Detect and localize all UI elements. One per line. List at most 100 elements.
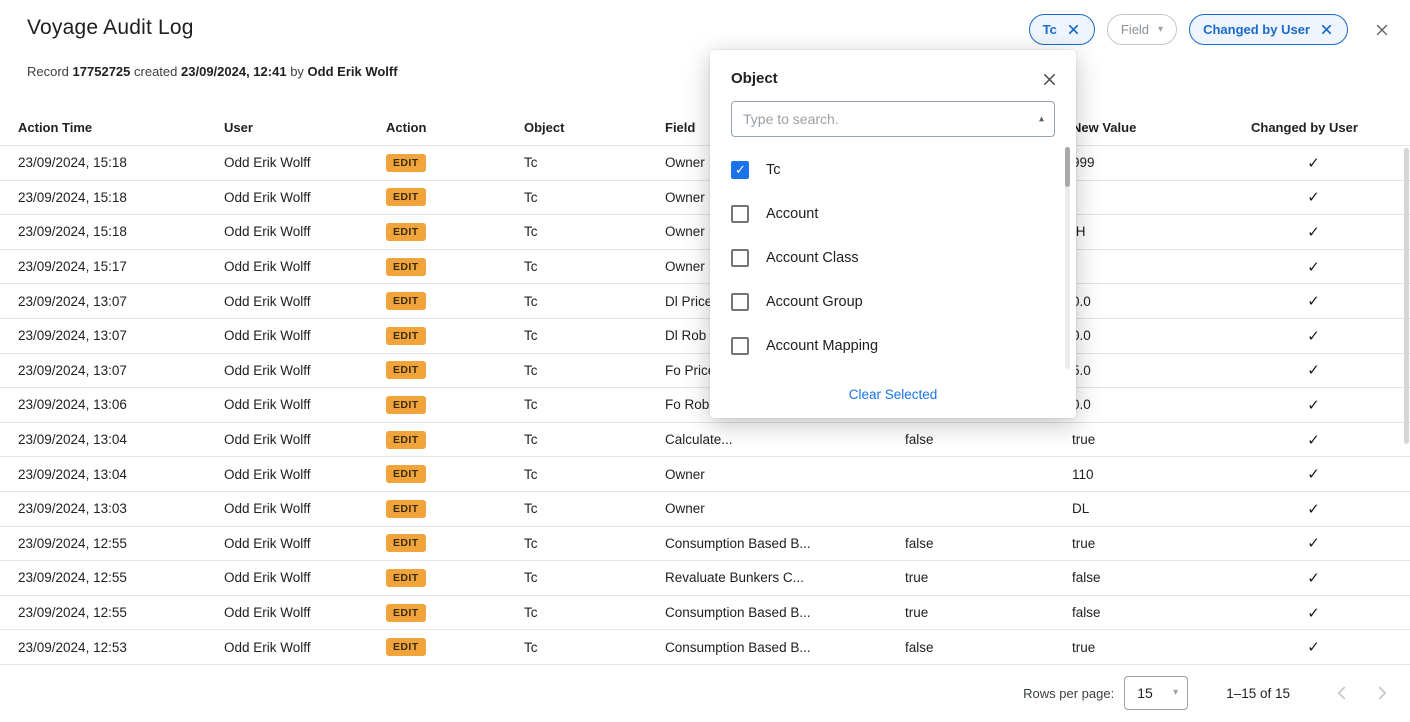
table-row: 23/09/2024, 13:04 Odd Erik Wolff EDIT Tc… xyxy=(0,457,1410,492)
popup-option[interactable]: Account Mapping xyxy=(710,324,1076,368)
cell-object: Tc xyxy=(524,328,665,343)
page-scrollbar-thumb[interactable] xyxy=(1404,148,1409,444)
record-author: Odd Erik Wolff xyxy=(308,64,398,79)
check-icon xyxy=(1307,260,1320,275)
cell-user: Odd Erik Wolff xyxy=(224,397,386,412)
cell-action-time: 23/09/2024, 13:04 xyxy=(18,432,224,447)
next-page-button[interactable] xyxy=(1370,681,1394,705)
remove-filter-icon[interactable] xyxy=(1319,22,1334,37)
cell-action: EDIT xyxy=(386,604,524,622)
cell-old-value: false xyxy=(905,640,1072,655)
cell-action-time: 23/09/2024, 15:17 xyxy=(18,259,224,274)
cell-new-value: .H xyxy=(1072,224,1251,239)
filter-chip-tc[interactable]: Tc xyxy=(1029,14,1095,45)
cell-changed-by-user xyxy=(1251,154,1410,172)
table-row: 23/09/2024, 12:55 Odd Erik Wolff EDIT Tc… xyxy=(0,527,1410,562)
cell-changed-by-user xyxy=(1251,258,1410,276)
option-checkbox[interactable] xyxy=(731,337,749,355)
pagination-bar: Rows per page: 15 ▾ 1–15 of 15 xyxy=(1023,676,1394,710)
record-id: 17752725 xyxy=(73,64,131,79)
cell-action-time: 23/09/2024, 15:18 xyxy=(18,224,224,239)
cell-action: EDIT xyxy=(386,638,524,656)
cell-new-value: true xyxy=(1072,640,1251,655)
filter-bar: Tc Field ▾ Changed by User xyxy=(1017,14,1394,45)
cell-changed-by-user xyxy=(1251,396,1410,414)
cell-field: Consumption Based B... xyxy=(665,640,905,655)
chevron-down-icon: ▾ xyxy=(1158,25,1163,35)
cell-changed-by-user xyxy=(1251,431,1410,449)
cell-field: Owner xyxy=(665,467,905,482)
filter-chip-field[interactable]: Field ▾ xyxy=(1107,14,1177,45)
voyage-audit-log-window: Voyage Audit Log Tc Field ▾ Changed by U… xyxy=(0,0,1410,722)
cell-object: Tc xyxy=(524,536,665,551)
cell-object: Tc xyxy=(524,259,665,274)
filter-chip-tc-label: Tc xyxy=(1043,22,1057,37)
cell-user: Odd Erik Wolff xyxy=(224,640,386,655)
cell-action-time: 23/09/2024, 13:07 xyxy=(18,363,224,378)
cell-user: Odd Erik Wolff xyxy=(224,432,386,447)
popup-search: ▴ xyxy=(731,101,1055,137)
cell-action-time: 23/09/2024, 12:55 xyxy=(18,536,224,551)
cell-object: Tc xyxy=(524,294,665,309)
option-label: Account xyxy=(766,206,818,222)
column-header-action: Action xyxy=(386,120,524,135)
check-icon xyxy=(1307,363,1320,378)
clear-selected-button[interactable]: Clear Selected xyxy=(849,387,938,402)
previous-page-button[interactable] xyxy=(1330,681,1354,705)
table-row: 23/09/2024, 15:18 Odd Erik Wolff EDIT Tc… xyxy=(0,181,1410,216)
option-checkbox[interactable] xyxy=(731,293,749,311)
option-checkbox[interactable] xyxy=(731,161,749,179)
cell-user: Odd Erik Wolff xyxy=(224,294,386,309)
cell-user: Odd Erik Wolff xyxy=(224,501,386,516)
popup-option[interactable]: Account xyxy=(710,192,1076,236)
cell-new-value: 0.0 xyxy=(1072,328,1251,343)
check-icon xyxy=(1307,190,1320,205)
list-scrollbar-track[interactable] xyxy=(1065,147,1070,369)
table-row: 23/09/2024, 13:07 Odd Erik Wolff EDIT Tc… xyxy=(0,354,1410,389)
action-edit-badge: EDIT xyxy=(386,223,426,241)
option-checkbox[interactable] xyxy=(731,205,749,223)
cell-changed-by-user xyxy=(1251,500,1410,518)
close-icon[interactable] xyxy=(1370,18,1394,42)
action-edit-badge: EDIT xyxy=(386,258,426,276)
popup-option[interactable]: Tc xyxy=(710,148,1076,192)
created-word: created xyxy=(134,64,177,79)
column-header-action-time: Action Time xyxy=(18,120,224,135)
close-icon[interactable] xyxy=(1038,68,1060,90)
check-icon xyxy=(1307,433,1320,448)
cell-user: Odd Erik Wolff xyxy=(224,467,386,482)
rows-per-page-select[interactable]: 15 ▾ xyxy=(1124,676,1188,710)
check-icon xyxy=(1307,606,1320,621)
page-title: Voyage Audit Log xyxy=(27,16,194,40)
cell-changed-by-user xyxy=(1251,604,1410,622)
record-word: Record xyxy=(27,64,69,79)
cell-new-value: true xyxy=(1072,432,1251,447)
popup-option[interactable]: Account Group xyxy=(710,280,1076,324)
cell-new-value: 5.0 xyxy=(1072,363,1251,378)
cell-user: Odd Erik Wolff xyxy=(224,605,386,620)
cell-user: Odd Erik Wolff xyxy=(224,224,386,239)
search-input[interactable] xyxy=(731,101,1055,137)
cell-action: EDIT xyxy=(386,292,524,310)
cell-new-value: 999 xyxy=(1072,155,1251,170)
action-edit-badge: EDIT xyxy=(386,500,426,518)
action-edit-badge: EDIT xyxy=(386,154,426,172)
cell-action-time: 23/09/2024, 13:06 xyxy=(18,397,224,412)
remove-filter-icon[interactable] xyxy=(1066,22,1081,37)
table-row: 23/09/2024, 13:06 Odd Erik Wolff EDIT Tc… xyxy=(0,388,1410,423)
cell-user: Odd Erik Wolff xyxy=(224,155,386,170)
chevron-up-icon[interactable]: ▴ xyxy=(1039,114,1044,125)
cell-object: Tc xyxy=(524,432,665,447)
action-edit-badge: EDIT xyxy=(386,638,426,656)
popup-option[interactable]: Account Class xyxy=(710,236,1076,280)
action-edit-badge: EDIT xyxy=(386,604,426,622)
list-scrollbar-thumb[interactable] xyxy=(1065,147,1070,187)
cell-field: Calculate... xyxy=(665,432,905,447)
cell-action: EDIT xyxy=(386,361,524,379)
action-edit-badge: EDIT xyxy=(386,361,426,379)
table-row: 23/09/2024, 12:55 Odd Erik Wolff EDIT Tc… xyxy=(0,596,1410,631)
cell-user: Odd Erik Wolff xyxy=(224,536,386,551)
filter-chip-changed-by-user[interactable]: Changed by User xyxy=(1189,14,1348,45)
filter-chip-field-label: Field xyxy=(1121,22,1149,37)
option-checkbox[interactable] xyxy=(731,249,749,267)
